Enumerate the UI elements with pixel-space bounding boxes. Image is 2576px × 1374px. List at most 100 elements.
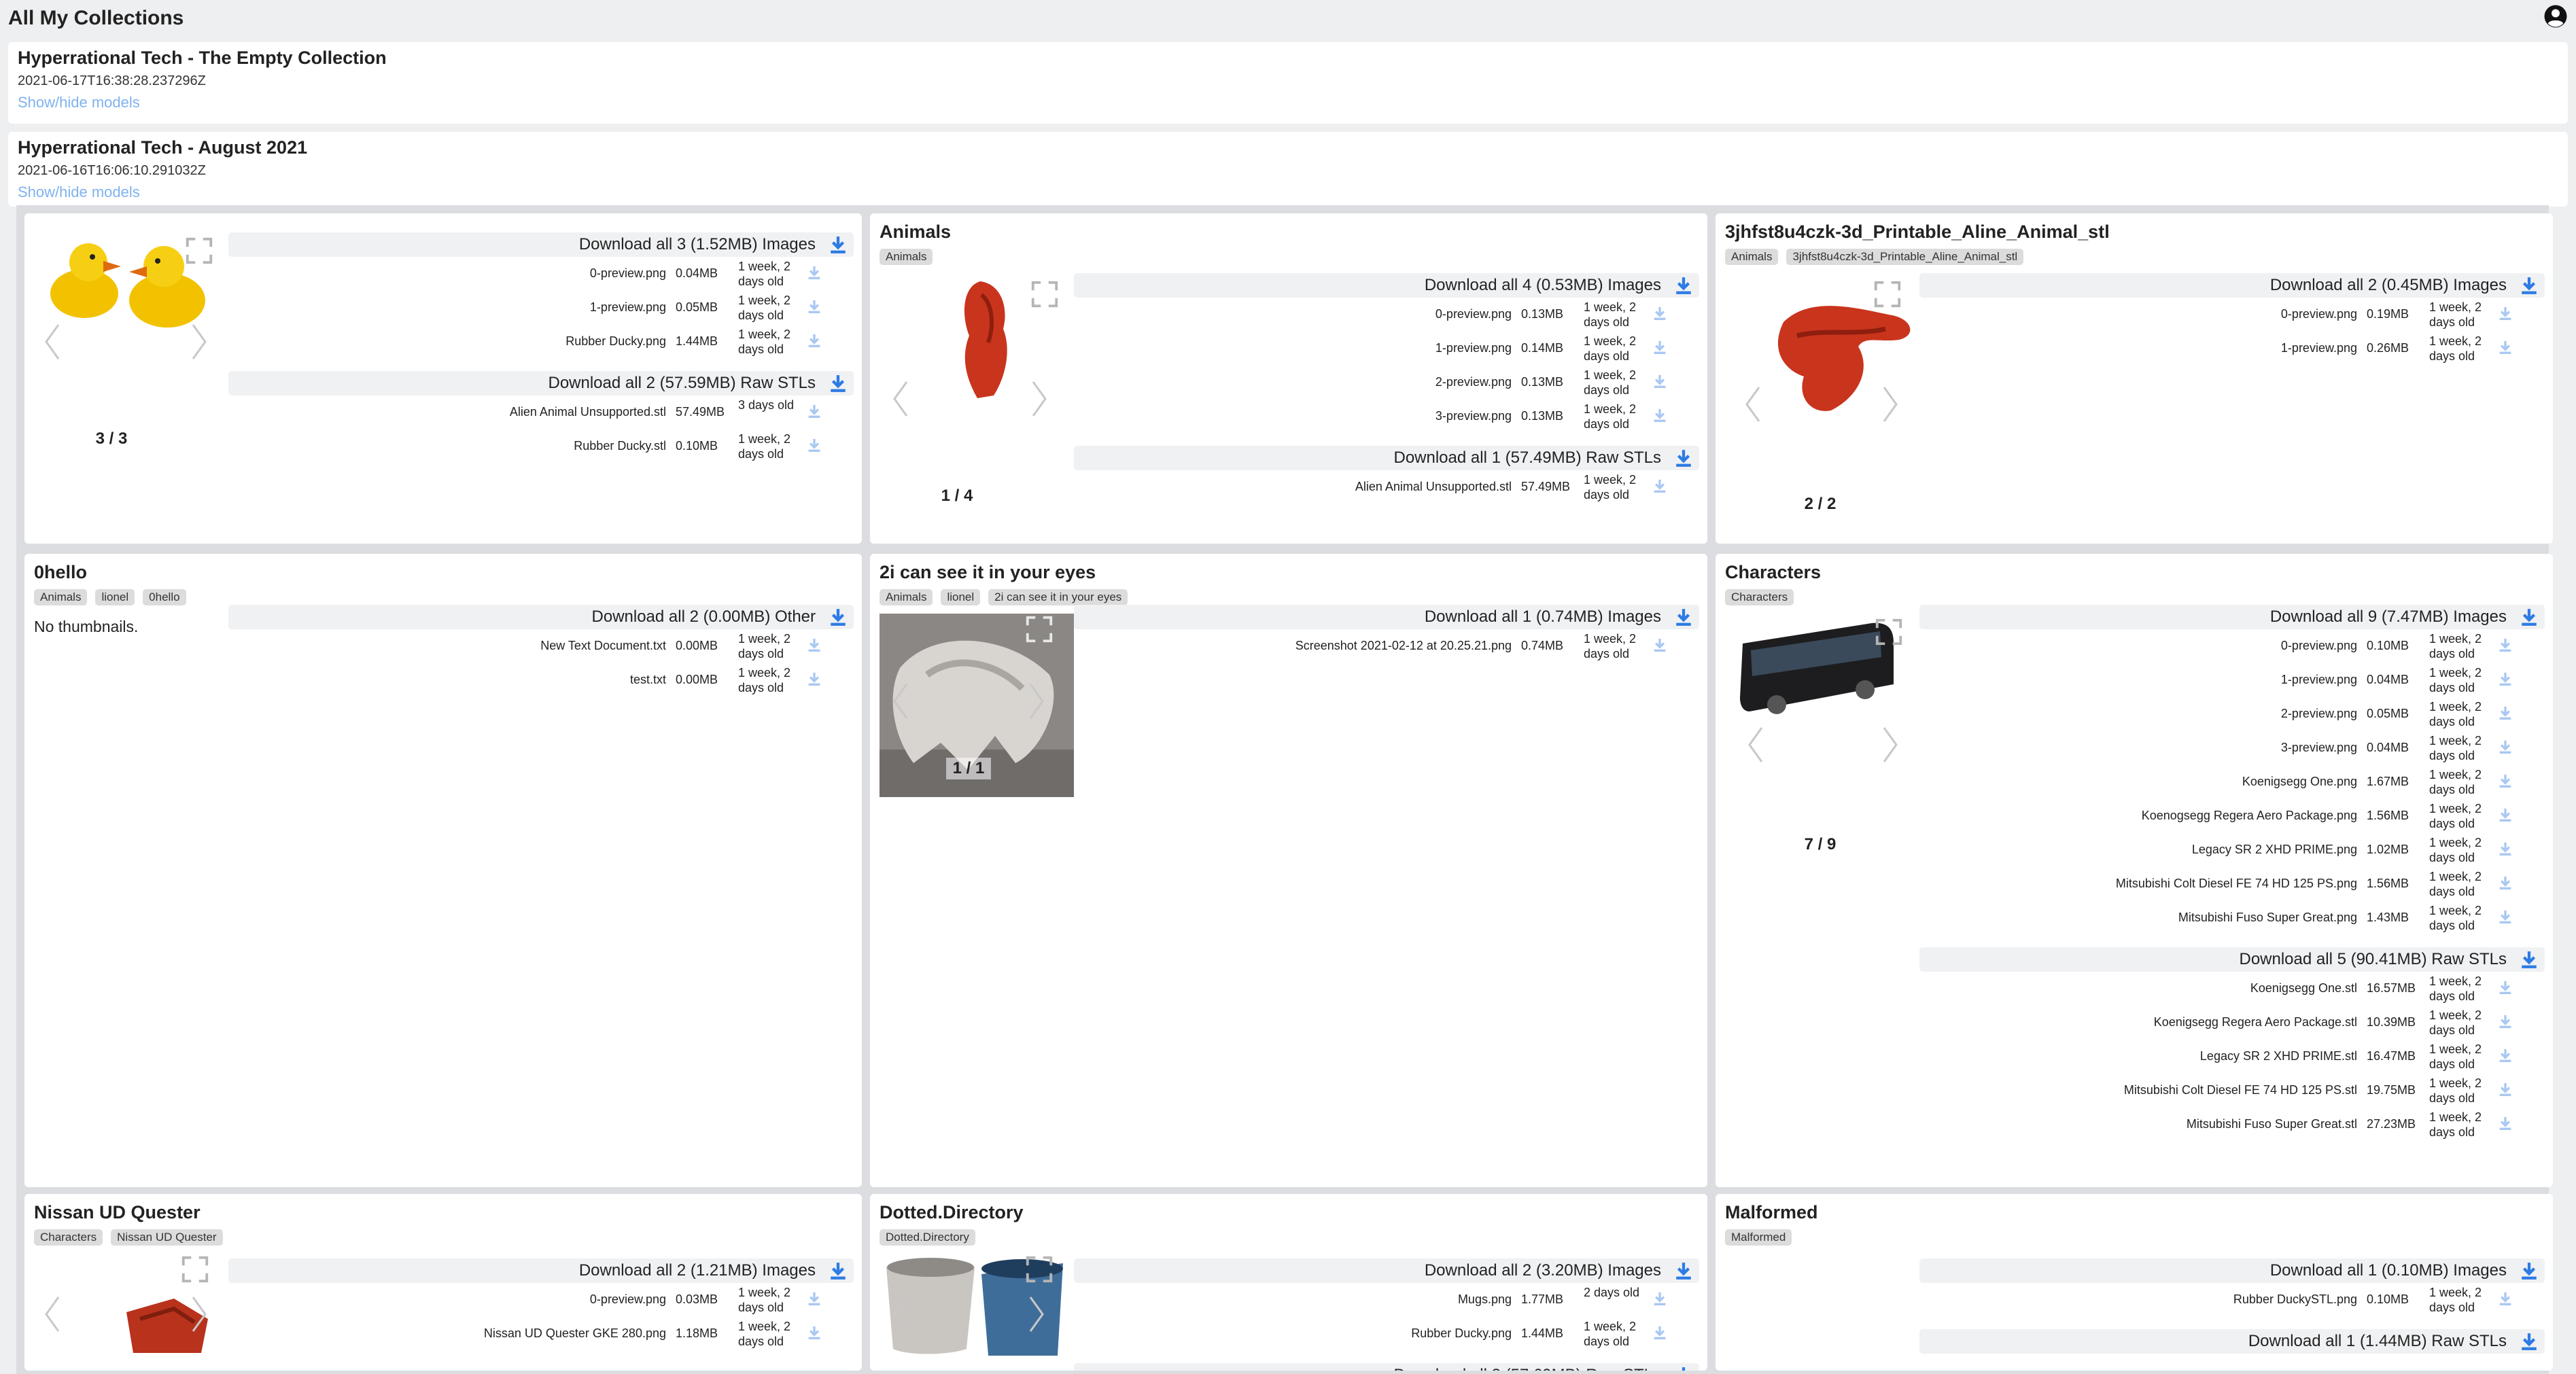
download-icon[interactable] (807, 333, 821, 348)
fullscreen-expand-icon[interactable] (179, 1254, 211, 1285)
download-icon[interactable] (1653, 637, 1667, 652)
tag[interactable]: lionel (941, 589, 981, 605)
show-hide-models-link[interactable]: Show/hide models (18, 94, 140, 111)
download-icon[interactable] (2499, 980, 2512, 995)
tag[interactable]: Dotted.Directory (880, 1229, 975, 1246)
download-icon[interactable] (1653, 1325, 1667, 1340)
download-icon[interactable] (2499, 1014, 2512, 1029)
carousel-next-arrow-icon[interactable] (1883, 726, 1898, 763)
download-icon[interactable] (1675, 276, 1692, 295)
download-icon[interactable] (2499, 1116, 2512, 1131)
tag[interactable]: Malformed (1725, 1229, 1792, 1246)
download-all-button[interactable]: Download all 2 (57.59MB) Raw STLs (228, 371, 854, 395)
download-all-button[interactable]: Download all 3 (57.69MB) Raw STLs (1074, 1363, 1699, 1371)
carousel-prev-arrow-icon[interactable] (1745, 386, 1760, 423)
download-icon[interactable] (807, 438, 821, 453)
download-icon[interactable] (2499, 340, 2512, 355)
download-icon[interactable] (2499, 773, 2512, 788)
download-icon[interactable] (807, 299, 821, 314)
download-icon[interactable] (1675, 448, 1692, 468)
download-icon[interactable] (2499, 637, 2512, 652)
fullscreen-expand-icon[interactable] (1024, 1254, 1055, 1285)
download-icon[interactable] (807, 671, 821, 686)
download-all-button[interactable]: Download all 9 (7.47MB) Images (1919, 605, 2545, 629)
download-icon[interactable] (1653, 478, 1667, 493)
tag[interactable]: Animals (880, 589, 933, 605)
tag[interactable]: Nissan UD Quester (111, 1229, 223, 1246)
download-icon[interactable] (807, 637, 821, 652)
download-icon[interactable] (2499, 671, 2512, 686)
tag[interactable]: lionel (95, 589, 135, 605)
carousel-next-arrow-icon[interactable] (192, 1296, 207, 1333)
fullscreen-expand-icon[interactable] (1872, 279, 1903, 310)
carousel-prev-arrow-icon[interactable] (45, 323, 60, 360)
carousel-prev-arrow-icon[interactable] (893, 683, 908, 720)
tag[interactable]: 3jhfst8u4czk-3d_Printable_Aline_Animal_s… (1786, 249, 2024, 265)
download-all-button[interactable]: Download all 2 (0.45MB) Images (1919, 273, 2545, 298)
download-icon[interactable] (2520, 607, 2538, 627)
show-hide-models-link[interactable]: Show/hide models (18, 183, 140, 201)
carousel-prev-arrow-icon[interactable] (1748, 726, 1763, 763)
download-icon[interactable] (2520, 950, 2538, 969)
download-icon[interactable] (2499, 1082, 2512, 1097)
download-icon[interactable] (1653, 374, 1667, 389)
carousel-prev-arrow-icon[interactable] (893, 1296, 908, 1333)
download-icon[interactable] (2520, 1261, 2538, 1280)
download-icon[interactable] (2499, 909, 2512, 924)
download-all-button[interactable]: Download all 2 (3.20MB) Images (1074, 1258, 1699, 1283)
fullscreen-expand-icon[interactable] (1024, 614, 1055, 645)
download-icon[interactable] (2499, 306, 2512, 321)
download-icon[interactable] (1653, 306, 1667, 321)
download-all-button[interactable]: Download all 1 (0.10MB) Images (1919, 1258, 2545, 1283)
download-icon[interactable] (1675, 1261, 1692, 1280)
download-all-button[interactable]: Download all 5 (90.41MB) Raw STLs (1919, 947, 2545, 972)
tag[interactable]: Animals (1725, 249, 1779, 265)
download-icon[interactable] (1675, 1366, 1692, 1371)
carousel-next-arrow-icon[interactable] (192, 323, 207, 360)
download-icon[interactable] (1653, 340, 1667, 355)
download-icon[interactable] (2520, 276, 2538, 295)
fullscreen-expand-icon[interactable] (184, 235, 215, 266)
tag[interactable]: Animals (34, 589, 88, 605)
carousel-prev-arrow-icon[interactable] (893, 381, 908, 417)
download-all-button[interactable]: Download all 3 (1.52MB) Images (228, 232, 854, 257)
download-icon[interactable] (807, 265, 821, 280)
carousel-next-arrow-icon[interactable] (1029, 683, 1044, 720)
download-icon[interactable] (807, 1325, 821, 1340)
carousel-next-arrow-icon[interactable] (1883, 386, 1898, 423)
tag[interactable]: 0hello (143, 589, 186, 605)
carousel-next-arrow-icon[interactable] (1029, 1296, 1044, 1333)
download-icon[interactable] (2499, 705, 2512, 720)
account-circle-icon[interactable] (2543, 4, 2568, 29)
download-all-button[interactable]: Download all 1 (0.74MB) Images (1074, 605, 1699, 629)
carousel-next-arrow-icon[interactable] (1032, 381, 1047, 417)
download-all-button[interactable]: Download all 2 (1.21MB) Images (228, 1258, 854, 1283)
download-all-button[interactable]: Download all 4 (0.53MB) Images (1074, 273, 1699, 298)
download-icon[interactable] (1653, 408, 1667, 423)
download-icon[interactable] (2520, 1332, 2538, 1351)
download-icon[interactable] (829, 1261, 847, 1280)
download-icon[interactable] (807, 404, 821, 419)
tag[interactable]: 2i can see it in your eyes (988, 589, 1128, 605)
download-all-button[interactable]: Download all 2 (0.00MB) Other (228, 605, 854, 629)
download-icon[interactable] (2499, 1291, 2512, 1306)
carousel-prev-arrow-icon[interactable] (45, 1296, 60, 1333)
fullscreen-expand-icon[interactable] (1029, 279, 1060, 310)
download-icon[interactable] (2499, 807, 2512, 822)
download-icon[interactable] (2499, 875, 2512, 890)
download-all-button[interactable]: Download all 1 (1.44MB) Raw STLs (1919, 1329, 2545, 1354)
download-icon[interactable] (2499, 739, 2512, 754)
fullscreen-expand-icon[interactable] (1873, 616, 1904, 648)
download-icon[interactable] (2499, 1048, 2512, 1063)
tag[interactable]: Characters (1725, 589, 1794, 605)
download-icon[interactable] (829, 235, 847, 254)
tag[interactable]: Characters (34, 1229, 103, 1246)
download-icon[interactable] (829, 607, 847, 627)
download-icon[interactable] (1653, 1291, 1667, 1306)
tag[interactable]: Animals (880, 249, 933, 265)
download-icon[interactable] (1675, 607, 1692, 627)
download-all-button[interactable]: Download all 1 (57.49MB) Raw STLs (1074, 446, 1699, 470)
download-icon[interactable] (829, 374, 847, 393)
download-icon[interactable] (807, 1291, 821, 1306)
download-icon[interactable] (2499, 841, 2512, 856)
